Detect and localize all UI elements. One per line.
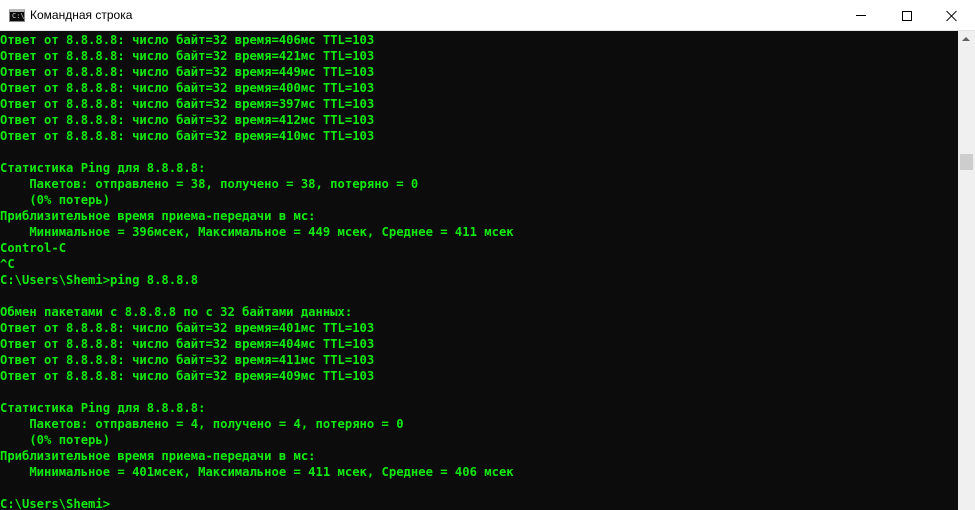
console-line: C:\Users\Shemi>ping 8.8.8.8 bbox=[0, 273, 199, 287]
console-lines: Ответ от 8.8.8.8: число байт=32 время=40… bbox=[0, 32, 514, 510]
console-line: Ответ от 8.8.8.8: число байт=32 время=40… bbox=[0, 321, 375, 335]
console-line: ^C bbox=[0, 257, 15, 271]
scroll-thumb[interactable] bbox=[960, 154, 973, 170]
console-line: Ответ от 8.8.8.8: число байт=32 время=41… bbox=[0, 113, 375, 127]
close-button[interactable] bbox=[929, 0, 975, 31]
window-title: Командная строка bbox=[30, 8, 133, 22]
console-line: (0% потерь) bbox=[0, 433, 111, 447]
console-line: Минимальное = 401мсек, Максимальное = 41… bbox=[0, 465, 514, 479]
console-line: Ответ от 8.8.8.8: число байт=32 время=40… bbox=[0, 337, 375, 351]
console-line: Ответ от 8.8.8.8: число байт=32 время=41… bbox=[0, 129, 375, 143]
console-line: Ответ от 8.8.8.8: число байт=32 время=40… bbox=[0, 81, 375, 95]
console-line: C:\Users\Shemi> bbox=[0, 497, 111, 510]
scroll-up-arrow-icon[interactable] bbox=[962, 37, 970, 41]
console-line: Ответ от 8.8.8.8: число байт=32 время=39… bbox=[0, 97, 375, 111]
console-line: (0% потерь) bbox=[0, 193, 111, 207]
console-line: Пакетов: отправлено = 38, получено = 38,… bbox=[0, 177, 419, 191]
console-line: Приблизительное время приема-передачи в … bbox=[0, 449, 316, 463]
console-line: Ответ от 8.8.8.8: число байт=32 время=42… bbox=[0, 49, 375, 63]
title-bar[interactable]: C:\ Командная строка bbox=[0, 0, 975, 31]
console-line: Статистика Ping для 8.8.8.8: bbox=[0, 161, 206, 175]
console-line: Ответ от 8.8.8.8: число байт=32 время=41… bbox=[0, 353, 375, 367]
console-line: Статистика Ping для 8.8.8.8: bbox=[0, 401, 206, 415]
maximize-icon bbox=[902, 10, 912, 21]
cmd-icon: C:\ bbox=[9, 9, 25, 22]
console-line: Пакетов: отправлено = 4, получено = 4, п… bbox=[0, 417, 404, 431]
maximize-button[interactable] bbox=[884, 0, 930, 31]
close-icon bbox=[946, 10, 958, 22]
minimize-icon bbox=[856, 15, 866, 16]
console-line: Обмен пакетами с 8.8.8.8 по с 32 байтами… bbox=[0, 305, 353, 319]
console-output[interactable]: Ответ от 8.8.8.8: число байт=32 время=40… bbox=[0, 31, 958, 510]
console-line: Ответ от 8.8.8.8: число байт=32 время=40… bbox=[0, 369, 375, 383]
console-line: Приблизительное время приема-передачи в … bbox=[0, 209, 316, 223]
console-line: Ответ от 8.8.8.8: число байт=32 время=40… bbox=[0, 33, 375, 47]
minimize-button[interactable] bbox=[838, 0, 884, 31]
console-line: Минимальное = 396мсек, Максимальное = 44… bbox=[0, 225, 514, 239]
cmd-icon-prompt: C:\ bbox=[12, 12, 25, 20]
vertical-scrollbar[interactable] bbox=[958, 31, 975, 510]
console-line: Ответ от 8.8.8.8: число байт=32 время=44… bbox=[0, 65, 375, 79]
console-line: Control-C bbox=[0, 241, 67, 255]
